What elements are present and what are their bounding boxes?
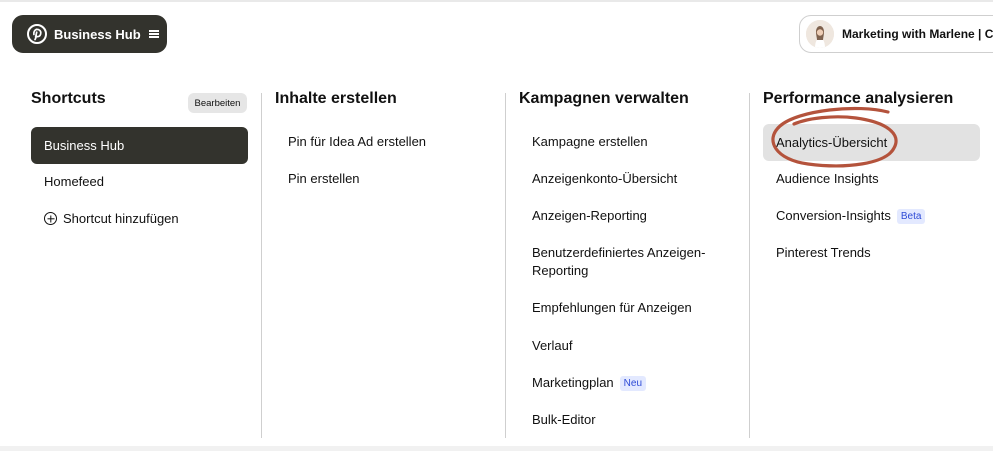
create-campaign-link[interactable]: Kampagne erstellen — [519, 133, 648, 151]
pinterest-logo-icon — [27, 24, 47, 44]
history-link[interactable]: Verlauf — [519, 337, 572, 355]
beta-badge: Beta — [896, 209, 926, 224]
hamburger-menu-icon — [148, 30, 159, 38]
conversion-insights-label: Conversion-Insights — [776, 208, 891, 223]
new-badge: Neu — [619, 376, 647, 391]
column-divider — [261, 93, 262, 438]
custom-ads-reporting-link[interactable]: Benutzerdefiniertes Anzeigen-Reporting — [519, 244, 719, 280]
create-pin-link[interactable]: Pin erstellen — [275, 170, 360, 188]
shortcut-item-business-hub[interactable]: Business Hub — [31, 127, 248, 164]
audience-insights-link[interactable]: Audience Insights — [763, 170, 879, 188]
analyze-performance-heading: Performance analysieren — [763, 90, 954, 107]
account-switcher-button[interactable]: Marketing with Marlene | C — [799, 15, 993, 53]
pinterest-trends-link[interactable]: Pinterest Trends — [763, 244, 871, 262]
marketing-plan-link[interactable]: Marketingplan Neu — [519, 374, 647, 392]
shortcuts-heading: Shortcuts — [31, 90, 106, 107]
bottom-border — [0, 446, 993, 451]
column-divider — [505, 93, 506, 438]
column-divider — [749, 93, 750, 438]
add-shortcut-label: Shortcut hinzufügen — [63, 211, 179, 226]
manage-campaigns-heading: Kampagnen verwalten — [519, 90, 689, 107]
marketing-plan-label: Marketingplan — [532, 375, 614, 390]
shortcut-item-homefeed[interactable]: Homefeed — [31, 173, 104, 191]
create-content-heading: Inhalte erstellen — [275, 90, 397, 107]
account-name: Marketing with Marlene | C — [842, 27, 993, 41]
top-border — [0, 0, 993, 2]
business-hub-menu-button[interactable]: Business Hub — [12, 15, 167, 53]
ad-account-overview-link[interactable]: Anzeigenkonto-Übersicht — [519, 170, 677, 188]
analytics-overview-link[interactable]: Analytics-Übersicht — [763, 124, 980, 161]
bulk-editor-link[interactable]: Bulk-Editor — [519, 411, 596, 429]
business-hub-label: Business Hub — [54, 26, 141, 42]
conversion-insights-link[interactable]: Conversion-Insights Beta — [763, 207, 926, 225]
add-shortcut-button[interactable]: Shortcut hinzufügen — [31, 210, 179, 228]
avatar — [806, 20, 834, 48]
edit-shortcuts-button[interactable]: Bearbeiten — [188, 93, 247, 113]
create-idea-ad-pin-link[interactable]: Pin für Idea Ad erstellen — [275, 133, 426, 151]
plus-circle-icon — [44, 212, 57, 225]
ads-recommendations-link[interactable]: Empfehlungen für Anzeigen — [519, 299, 692, 317]
ads-reporting-link[interactable]: Anzeigen-Reporting — [519, 207, 647, 225]
